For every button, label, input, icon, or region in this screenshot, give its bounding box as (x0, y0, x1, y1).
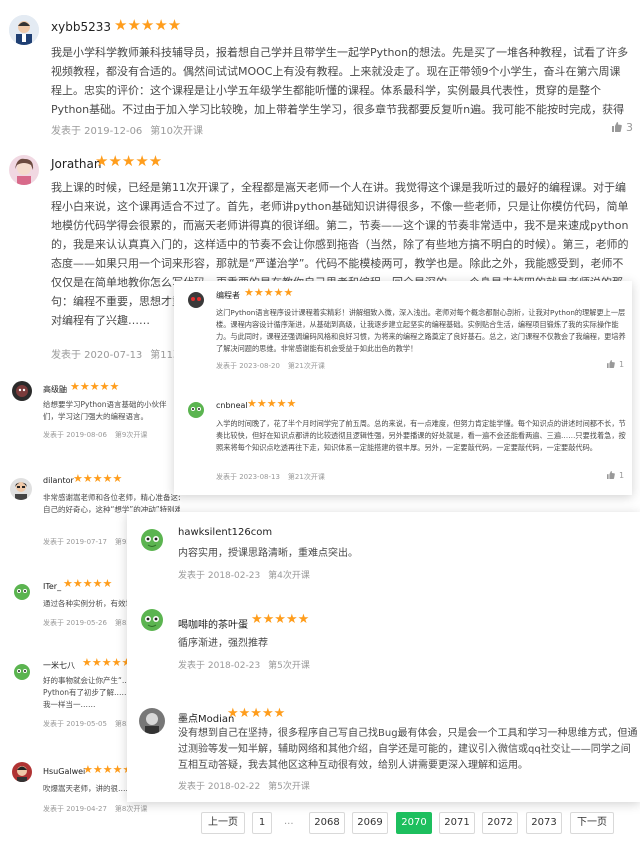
thumbs-up-icon (607, 471, 615, 481)
term-label: 第9次开课 (114, 431, 148, 439)
post-date: 发表于 2019-08-06 (43, 431, 107, 439)
review-text: 没有想到自己在坚持，很多程序自己写自己找Bug最有体会，只是会一个工具和学习一种… (178, 728, 638, 771)
avatar[interactable] (139, 526, 165, 552)
username[interactable]: xybb5233 (51, 20, 111, 34)
review-text: 给想要学习Python语言基础的小伙伴们，学习这门强大的编程语言。 (43, 400, 167, 421)
username[interactable]: 一米七八 (43, 660, 75, 671)
review-panel: hawksilent126com 内容实用，授课思路清晰，重难点突出。 发表于 … (127, 512, 640, 802)
page-button-current[interactable]: 2070 (396, 812, 432, 834)
like-button[interactable]: 3 (612, 121, 633, 135)
review-text: 入学的时间晚了，花了半个月时间学完了前五周。总的来说，有一点难度，但努力肯定能学… (216, 419, 626, 452)
thumbs-up-icon (612, 122, 622, 135)
post-date: 发表于 2019-12-06 (51, 126, 143, 137)
avatar[interactable] (186, 289, 206, 309)
rating-stars: ★★★★★ (114, 16, 182, 34)
post-date: 发表于 2019-07-17 (43, 538, 107, 546)
review-meta: 发表于 2018-02-23 第5次开课 (178, 658, 310, 671)
review-text: 内容实用，授课思路清晰，重难点突出。 (178, 548, 358, 559)
username[interactable]: 编程者 (216, 290, 240, 301)
next-page-button[interactable]: 下一页 (570, 812, 614, 834)
term-label: 第21次开课 (287, 362, 325, 370)
username[interactable]: cnbneal (216, 401, 248, 410)
review-card: xybb5233 ★★★★★ 我是小学科学教师兼科技辅导员，报着想自己学并且带学… (0, 0, 640, 148)
rating-stars: ★★★★★ (70, 380, 120, 393)
avatar[interactable] (12, 661, 32, 681)
post-date: 发表于 2019-05-26 (43, 619, 107, 627)
username[interactable]: HsuGalwei (43, 767, 85, 776)
avatar[interactable] (9, 15, 39, 45)
username[interactable]: Jorathan (51, 157, 101, 171)
post-date: 发表于 2018-02-23 (178, 571, 261, 581)
like-count: 1 (619, 360, 625, 369)
avatar[interactable] (139, 708, 165, 734)
review-meta: 发表于 2018-02-22 第5次开课 (178, 779, 310, 792)
like-button[interactable]: 1 (607, 360, 624, 370)
username[interactable]: hawksilent126com (178, 527, 272, 538)
review-text: 这门Python语言程序设计课程着实精彩！讲解细致入微，深入浅出。老师对每个概念… (216, 308, 626, 353)
like-count: 1 (619, 471, 625, 480)
rating-stars: ★★★★★ (73, 472, 123, 485)
review-meta: 发表于 2019-12-06 第10次开课 (51, 122, 203, 137)
pagination: 上一页 1 ... 2068 2069 2070 2071 2072 2073 … (0, 812, 640, 836)
page-button[interactable]: 2072 (482, 812, 518, 834)
rating-stars: ★★★★★ (95, 152, 163, 170)
review-meta: 发表于 2019-08-06 第9次开课 (43, 430, 147, 440)
page-button[interactable]: 2069 (352, 812, 388, 834)
term-label: 第10次开课 (150, 126, 204, 137)
username[interactable]: 墨点Modian (178, 710, 234, 725)
rating-stars: ★★★★★ (63, 577, 113, 590)
page-button[interactable]: 2071 (439, 812, 475, 834)
avatar[interactable] (186, 399, 206, 419)
review-meta: 发表于 2023-08-13 第21次开课 (216, 472, 325, 482)
username[interactable]: 高级鼬 (43, 384, 67, 395)
rating-stars: ★★★★★ (82, 656, 132, 669)
post-date: 发表于 2023-08-13 (216, 473, 280, 481)
like-button[interactable]: 1 (607, 471, 624, 481)
avatar[interactable] (139, 606, 165, 632)
username[interactable]: ITer_ (43, 582, 61, 591)
review-card: 高级鼬 ★★★★★ 给想要学习Python语言基础的小伙伴们，学习这门强大的编程… (0, 375, 180, 445)
page-button-1[interactable]: 1 (252, 812, 272, 834)
avatar[interactable] (12, 581, 32, 601)
rating-stars: ★★★★★ (83, 763, 133, 776)
avatar[interactable] (12, 381, 32, 401)
post-date: 发表于 2020-07-13 (51, 350, 143, 361)
rating-stars: ★★★★★ (227, 706, 286, 721)
avatar[interactable] (10, 478, 32, 500)
pagination-ellipsis: ... (284, 816, 294, 827)
rating-stars: ★★★★★ (251, 612, 310, 627)
page-button[interactable]: 2068 (309, 812, 345, 834)
rating-stars: ★★★★★ (244, 286, 294, 299)
post-date: 发表于 2023-08-20 (216, 362, 280, 370)
avatar[interactable] (12, 762, 32, 782)
username[interactable]: dilantor (43, 476, 74, 485)
review-meta: 发表于 2018-02-23 第4次开课 (178, 568, 310, 581)
prev-page-button[interactable]: 上一页 (201, 812, 245, 834)
post-date: 发表于 2018-02-22 (178, 782, 261, 792)
term-label: 第4次开课 (268, 571, 310, 581)
term-label: 第21次开课 (287, 473, 325, 481)
username[interactable]: 喝咖啡的茶叶蛋 (178, 616, 248, 631)
post-date: 发表于 2018-02-23 (178, 661, 261, 671)
rating-stars: ★★★★★ (247, 397, 297, 410)
like-count: 3 (626, 121, 633, 134)
review-panel: 编程者 ★★★★★ 这门Python语言程序设计课程着实精彩！讲解细致入微，深入… (174, 281, 632, 495)
term-label: 第5次开课 (268, 782, 310, 792)
review-meta: 发表于 2023-08-20 第21次开课 (216, 361, 325, 371)
thumbs-up-icon (607, 360, 615, 370)
review-text: 我是小学科学教师兼科技辅导员，报着想自己学并且带学生一起学Python的想法。先… (51, 46, 629, 116)
term-label: 第5次开课 (268, 661, 310, 671)
page-button[interactable]: 2073 (526, 812, 562, 834)
avatar[interactable] (9, 155, 39, 185)
post-date: 发表于 2019-05-05 (43, 720, 107, 728)
review-text: 循序渐进，强烈推荐 (178, 638, 268, 649)
